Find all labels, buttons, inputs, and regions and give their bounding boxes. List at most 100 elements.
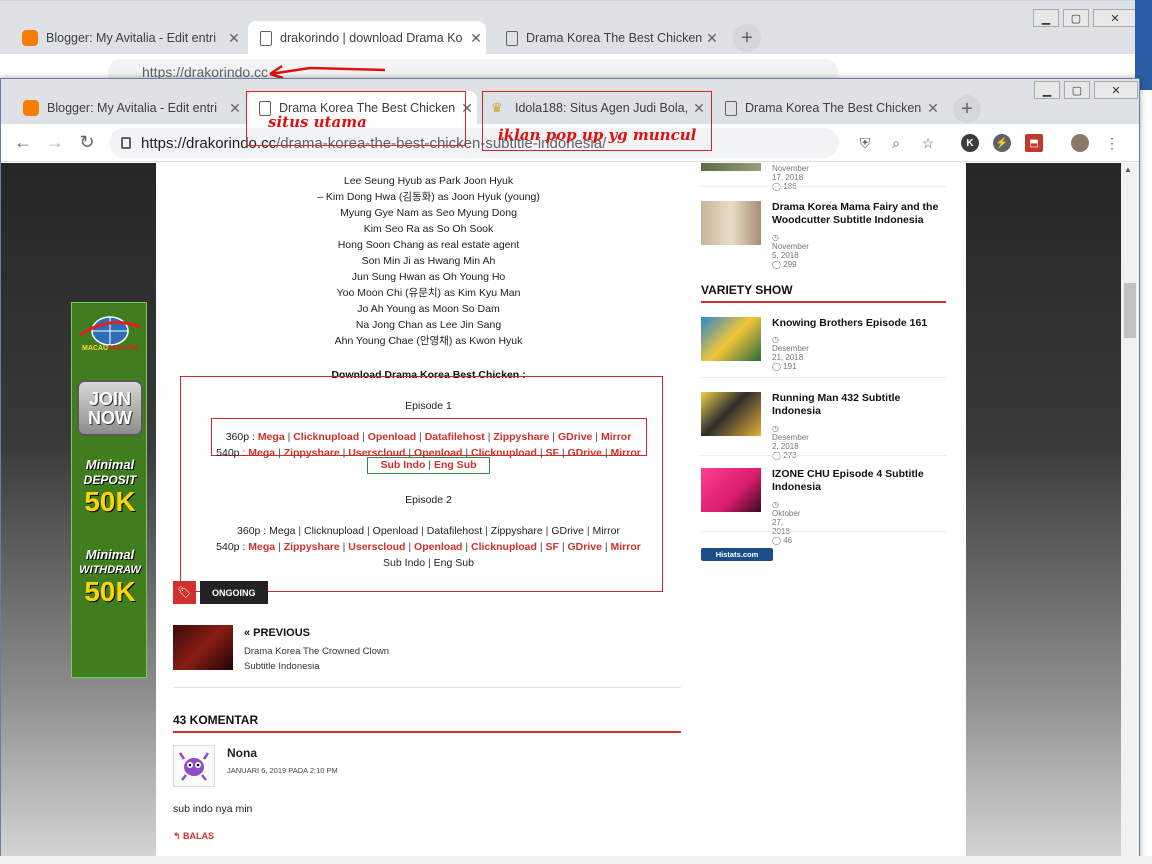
new-tab-button[interactable]: + — [953, 95, 981, 123]
download-link-gdrive[interactable]: GDrive — [568, 541, 602, 553]
ep2-360p-links: 360p : Mega | Clicknupload | Openload | … — [156, 525, 701, 537]
link-separator: | — [284, 431, 294, 443]
menu-kebab-icon[interactable]: ⋮ — [1103, 134, 1121, 152]
download-link-gdrive[interactable]: GDrive — [551, 525, 584, 537]
minimize-icon[interactable]: ▁ — [1034, 81, 1060, 99]
download-link-openload[interactable]: Openload — [373, 525, 419, 537]
minimize-icon[interactable]: ▁ — [1033, 9, 1059, 27]
previous-label[interactable]: « PREVIOUS — [244, 627, 310, 639]
tag-icon: 🏷 — [173, 581, 196, 604]
vertical-scrollbar[interactable]: ▲ ▼ — [1121, 163, 1139, 864]
download-link-clicknupload[interactable]: Clicknupload — [304, 525, 364, 537]
shield-block-icon[interactable]: ⛨ — [856, 134, 874, 152]
post-count: 299 — [783, 260, 797, 269]
download-link-datafilehost[interactable]: Datafilehost — [425, 431, 485, 443]
reload-icon[interactable]: ↻ — [75, 132, 99, 153]
download-link-gdrive[interactable]: GDrive — [558, 431, 592, 443]
extension-bolt-icon[interactable]: ⚡ — [993, 134, 1011, 152]
post-count: 46 — [783, 536, 793, 545]
download-link-gdrive[interactable]: GDrive — [568, 447, 602, 459]
download-link-eng-sub[interactable]: Eng Sub — [434, 459, 477, 471]
bg-tab-drakorindo[interactable]: drakorindo | download Drama Ko ✕ — [248, 21, 486, 55]
download-link-clicknupload[interactable]: Clicknupload — [471, 541, 537, 553]
download-link-zippyshare[interactable]: Zippyshare — [284, 447, 340, 459]
quality-label: 540p : — [216, 541, 249, 553]
address-bar[interactable]: https://drakorindo.cc/drama-korea-the-be… — [109, 128, 839, 158]
close-icon[interactable]: ✕ — [702, 30, 722, 47]
close-window-icon[interactable]: ✕ — [1093, 9, 1137, 27]
tab-blogger[interactable]: Blogger: My Avitalia - Edit entri ✕ — [11, 91, 245, 125]
post-title[interactable]: Knowing Brothers Episode 161 — [772, 317, 952, 330]
close-icon[interactable]: ✕ — [923, 100, 943, 117]
clock-icon: ◷ — [772, 335, 779, 344]
link-separator: | — [592, 431, 601, 443]
close-icon[interactable]: ✕ — [225, 100, 245, 117]
bg-window-controls: ▁ ▢ ✕ — [1033, 9, 1137, 27]
casino-ad-banner[interactable]: MACAU303.COM JOIN NOW Minimal DEPOSIT 50… — [71, 302, 147, 678]
download-link-eng-sub[interactable]: Eng Sub — [434, 557, 474, 569]
clock-icon: ◷ — [772, 500, 779, 509]
ad-brand-part1: MACAU — [81, 345, 109, 352]
forward-icon[interactable]: → — [43, 132, 67, 153]
maximize-icon[interactable]: ▢ — [1063, 9, 1089, 27]
scroll-up-icon[interactable]: ▲ — [1124, 165, 1132, 174]
back-icon[interactable]: ← — [11, 132, 35, 153]
bg-tab-blogger[interactable]: Blogger: My Avitalia - Edit entri ✕ — [10, 21, 244, 55]
post-thumbnail[interactable] — [701, 317, 761, 361]
comment-icon: ◯ — [772, 536, 784, 545]
download-link-sf[interactable]: SF — [546, 447, 559, 459]
tag-ongoing[interactable]: ONGOING — [200, 581, 268, 604]
post-thumbnail[interactable] — [701, 201, 761, 245]
download-link-mirror[interactable]: Mirror — [593, 525, 620, 537]
download-link-sf[interactable]: SF — [546, 541, 559, 553]
reply-label: BALAS — [183, 831, 215, 841]
download-link-clicknupload[interactable]: Clicknupload — [293, 431, 359, 443]
download-link-mega[interactable]: Mega — [248, 447, 275, 459]
download-link-mega[interactable]: Mega — [258, 431, 285, 443]
previous-post-thumbnail[interactable] — [173, 625, 233, 670]
comment-author[interactable]: Nona — [227, 746, 257, 760]
join-now-button[interactable]: JOIN NOW — [77, 380, 143, 436]
download-link-sub-indo[interactable]: Sub Indo — [383, 557, 425, 569]
post-thumbnail[interactable] — [701, 468, 761, 512]
profile-avatar[interactable] — [1071, 134, 1089, 152]
bg-tab-best-chicken[interactable]: Drama Korea The Best Chicken S ✕ — [494, 21, 722, 55]
comment-date[interactable]: JANUARI 6, 2019 PADA 2:10 PM — [227, 766, 338, 775]
link-separator: | — [558, 541, 568, 553]
extension-k-icon[interactable]: K — [961, 134, 979, 152]
download-link-datafilehost[interactable]: Datafilehost — [427, 525, 482, 537]
download-link-zippyshare[interactable]: Zippyshare — [493, 431, 549, 443]
post-thumbnail[interactable] — [701, 163, 761, 171]
download-link-mega[interactable]: Mega — [269, 525, 295, 537]
previous-post-title[interactable]: Drama Korea The Crowned Clown Subtitle I… — [244, 644, 414, 674]
histats-badge[interactable]: Histats.com — [701, 548, 773, 561]
maximize-icon[interactable]: ▢ — [1064, 81, 1090, 99]
comment-icon: ◯ — [772, 362, 784, 371]
download-link-zippyshare[interactable]: Zippyshare — [284, 541, 340, 553]
close-icon[interactable]: ✕ — [224, 30, 244, 47]
download-link-mirror[interactable]: Mirror — [611, 541, 641, 553]
reply-button[interactable]: ↰ BALAS — [173, 831, 214, 842]
download-link-mega[interactable]: Mega — [248, 541, 275, 553]
download-link-zippyshare[interactable]: Zippyshare — [491, 525, 543, 537]
download-link-openload[interactable]: Openload — [414, 541, 462, 553]
pdf-extension-icon[interactable]: ⬒ — [1025, 134, 1043, 152]
download-link-mirror[interactable]: Mirror — [611, 447, 641, 459]
download-link-mirror[interactable]: Mirror — [601, 431, 631, 443]
bookmark-star-icon[interactable]: ☆ — [919, 134, 937, 152]
link-separator: | — [601, 447, 611, 459]
horizontal-scrollbar[interactable] — [0, 856, 1152, 864]
close-window-icon[interactable]: ✕ — [1094, 81, 1138, 99]
post-title[interactable]: Drama Korea Mama Fairy and the Woodcutte… — [772, 201, 952, 227]
post-title[interactable]: IZONE CHU Episode 4 Subtitle Indonesia — [772, 468, 952, 494]
download-link-openload[interactable]: Openload — [368, 431, 416, 443]
download-link-sub-indo[interactable]: Sub Indo — [380, 459, 425, 471]
close-icon[interactable]: ✕ — [466, 30, 486, 47]
post-thumbnail[interactable] — [701, 392, 761, 436]
new-tab-button[interactable]: + — [733, 24, 761, 52]
post-title[interactable]: Running Man 432 Subtitle Indonesia — [772, 392, 952, 418]
download-link-userscloud[interactable]: Userscloud — [348, 541, 405, 553]
tab-best-chicken-2[interactable]: Drama Korea The Best Chicken S ✕ — [713, 91, 943, 125]
scrollbar-thumb[interactable] — [1124, 283, 1136, 338]
zoom-icon[interactable]: ⌕ — [887, 134, 905, 152]
